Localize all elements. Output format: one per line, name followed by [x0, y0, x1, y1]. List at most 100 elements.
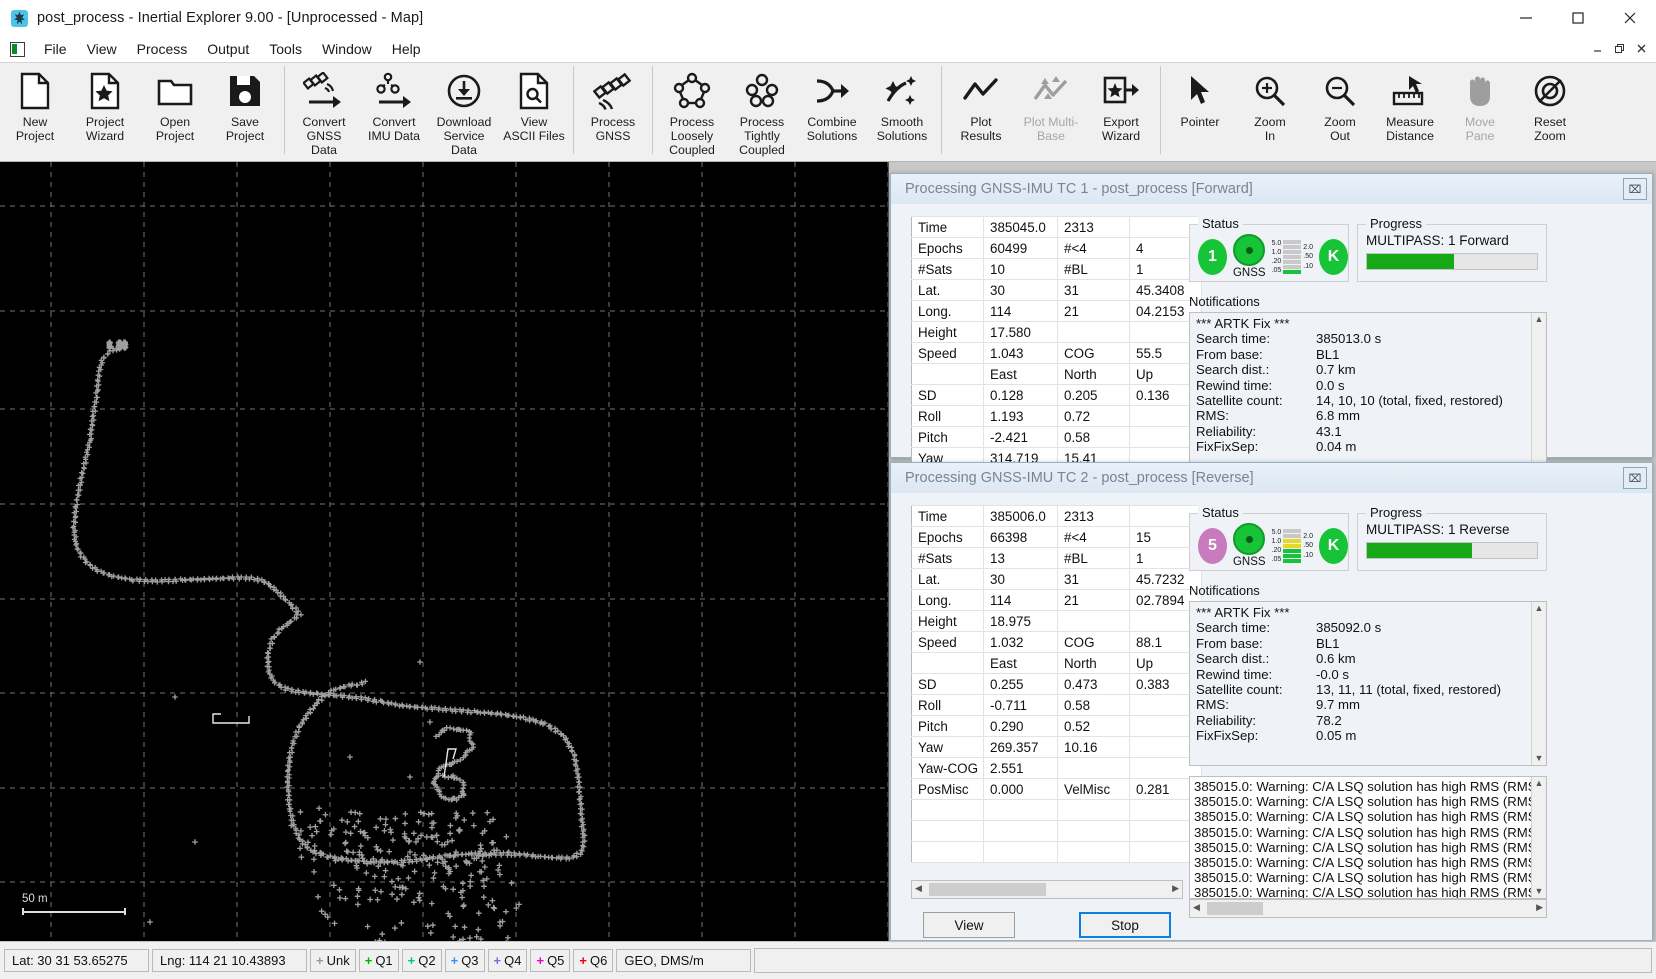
ladder-ticks-left: 5.0 1.0 .20 .05: [1272, 240, 1282, 274]
table-cell: 385045.0: [983, 216, 1058, 238]
reverse-log-box[interactable]: 385015.0: Warning: C/A LSQ solution has …: [1189, 776, 1547, 899]
notification-row: Search dist.: 0.6 km: [1196, 651, 1540, 666]
reverse-table-hscrollbar[interactable]: ◀ ▶: [911, 880, 1183, 899]
maximize-icon[interactable]: [1552, 0, 1604, 36]
log-line: 385015.0: Warning: C/A LSQ solution has …: [1194, 885, 1547, 899]
scroll-up-icon[interactable]: ▲: [1535, 602, 1544, 615]
reset-zoom-button[interactable]: Reset Zoom: [1515, 63, 1585, 159]
table-cell: [983, 841, 1058, 863]
scroll-down-icon[interactable]: ▼: [1535, 885, 1544, 898]
save-disk-icon: [228, 69, 262, 113]
process-tightly-coupled-button[interactable]: Process Tightly Coupled: [727, 63, 797, 159]
reverse-kalman-badge: K: [1319, 527, 1348, 564]
reverse-accuracy-ladder: 5.0 1.0 .20 .05 2.0 .50 .10: [1272, 528, 1314, 563]
menu-help[interactable]: Help: [382, 38, 431, 60]
forward-notifications-scrollbar[interactable]: ▲ ▼: [1531, 313, 1546, 476]
map-view[interactable]: 50 m: [0, 162, 889, 941]
reverse-log-hscrollbar[interactable]: ◀ ▶: [1189, 899, 1547, 918]
forward-notifications-label: Notifications: [1189, 294, 1260, 309]
reverse-log-vscrollbar[interactable]: ▲ ▼: [1531, 777, 1546, 898]
ladder-tick: 2.0: [1303, 532, 1314, 540]
menu-process[interactable]: Process: [127, 38, 198, 60]
processing-dialog-forward[interactable]: Processing GNSS-IMU TC 1 - post_process …: [890, 173, 1653, 477]
menu-output[interactable]: Output: [197, 38, 259, 60]
dialog-reverse-title: Processing GNSS-IMU TC 2 - post_process …: [905, 470, 1254, 486]
reverse-log-hscroll-thumb[interactable]: [1207, 902, 1263, 915]
combine-solutions-button[interactable]: Combine Solutions: [797, 63, 867, 159]
plot-results-button[interactable]: Plot Results: [946, 63, 1016, 159]
scroll-down-icon[interactable]: ▼: [1535, 752, 1544, 765]
convert-gnss-data-button[interactable]: Convert GNSS Data: [289, 63, 359, 159]
measure-distance-button[interactable]: Measure Distance: [1375, 63, 1445, 159]
forward-status-group: Status 1 GNSS 5.0 1.0 .20 .05 2.0 .50 .1…: [1189, 216, 1349, 282]
save-project-button[interactable]: Save Project: [210, 63, 280, 159]
new-project-button[interactable]: New Project: [0, 63, 70, 159]
table-cell: 2.551: [983, 757, 1058, 779]
status-quality-q5[interactable]: + Q5: [530, 949, 571, 972]
process-gnss-button[interactable]: Process GNSS: [578, 63, 648, 159]
menu-window[interactable]: Window: [312, 38, 382, 60]
map-canvas[interactable]: [0, 162, 889, 941]
reverse-log-content: 385015.0: Warning: C/A LSQ solution has …: [1190, 777, 1547, 899]
smooth-solutions-button[interactable]: Smooth Solutions: [867, 63, 937, 159]
reverse-hscroll-thumb[interactable]: [929, 883, 1046, 896]
menu-view[interactable]: View: [77, 38, 127, 60]
loosely-coupled-icon: [673, 69, 711, 113]
table-cell: 66398: [983, 526, 1058, 548]
log-line: 385015.0: Warning: C/A LSQ solution has …: [1194, 855, 1547, 871]
scroll-up-icon[interactable]: ▲: [1535, 313, 1544, 326]
mdi-restore-icon[interactable]: [1608, 39, 1630, 58]
mdi-minimize-icon[interactable]: [1586, 39, 1608, 58]
status-quality-q3[interactable]: + Q3: [444, 949, 485, 972]
stop-button[interactable]: Stop: [1079, 912, 1171, 938]
table-row: Long. 114 21 04.2153: [911, 300, 1202, 322]
menu-file[interactable]: File: [34, 38, 77, 60]
scroll-right-icon[interactable]: ▶: [1172, 883, 1179, 894]
scroll-right-icon[interactable]: ▶: [1536, 902, 1543, 913]
zoom-out-button[interactable]: Zoom Out: [1305, 63, 1375, 159]
notification-value: 9.7 mm: [1316, 697, 1360, 713]
scroll-left-icon[interactable]: ◀: [915, 883, 922, 894]
view-button[interactable]: View: [923, 912, 1015, 938]
view-ascii-files-button[interactable]: View ASCII Files: [499, 63, 569, 159]
toolbar-group-convert: Convert GNSS Data Convert IMU Data Downl…: [289, 63, 569, 161]
processing-dialog-reverse[interactable]: Processing GNSS-IMU TC 2 - post_process …: [890, 462, 1653, 941]
open-project-button[interactable]: Open Project: [140, 63, 210, 159]
reverse-notifications-scrollbar[interactable]: ▲ ▼: [1531, 602, 1546, 765]
notification-value: 0.05 m: [1316, 728, 1357, 744]
reverse-notifications-box[interactable]: *** ARTK Fix *** Search time: 385092.0 sF…: [1189, 601, 1547, 766]
menu-tools[interactable]: Tools: [259, 38, 312, 60]
toolbar-separator: [573, 66, 574, 154]
status-quality-q1[interactable]: + Q1: [358, 949, 399, 972]
process-loosely-coupled-button[interactable]: Process Loosely Coupled: [657, 63, 727, 159]
status-quality-unk[interactable]: + Unk: [310, 949, 356, 972]
minimize-icon[interactable]: [1500, 0, 1552, 36]
convert-imu-data-button[interactable]: Convert IMU Data: [359, 63, 429, 159]
table-cell: 18.975: [983, 610, 1058, 632]
plot-multi-base-button[interactable]: Plot Multi- Base: [1016, 63, 1086, 159]
dialog-reverse-close-icon[interactable]: ⌧: [1623, 467, 1647, 489]
export-wizard-label: Export Wizard: [1101, 115, 1141, 143]
forward-notifications-box[interactable]: *** ARTK Fix *** Search time: 385013.0 sF…: [1189, 312, 1547, 477]
toolbar-separator: [652, 66, 653, 154]
status-quality-q6[interactable]: + Q6: [573, 949, 614, 972]
move-pane-button[interactable]: Move Pane: [1445, 63, 1515, 159]
dialog-forward-titlebar[interactable]: Processing GNSS-IMU TC 1 - post_process …: [891, 174, 1652, 204]
notification-value: 385013.0 s: [1316, 331, 1382, 347]
status-quality-q2[interactable]: + Q2: [401, 949, 442, 972]
dialog-reverse-titlebar[interactable]: Processing GNSS-IMU TC 2 - post_process …: [891, 463, 1652, 493]
open-project-label: Open Project: [155, 115, 195, 143]
download-service-data-button[interactable]: Download Service Data: [429, 63, 499, 159]
status-quality-q4[interactable]: + Q4: [487, 949, 528, 972]
table-cell: #<4: [1057, 237, 1130, 259]
pointer-button[interactable]: Pointer: [1165, 63, 1235, 159]
dialog-forward-close-icon[interactable]: ⌧: [1623, 178, 1647, 200]
mdi-close-icon[interactable]: [1630, 39, 1652, 58]
zoom-in-button[interactable]: Zoom In: [1235, 63, 1305, 159]
scroll-up-icon[interactable]: ▲: [1535, 777, 1544, 790]
project-wizard-button[interactable]: Project Wizard: [70, 63, 140, 159]
table-cell: #BL: [1057, 547, 1130, 569]
export-wizard-button[interactable]: Export Wizard: [1086, 63, 1156, 159]
close-icon[interactable]: [1604, 0, 1656, 36]
scroll-left-icon[interactable]: ◀: [1193, 902, 1200, 913]
